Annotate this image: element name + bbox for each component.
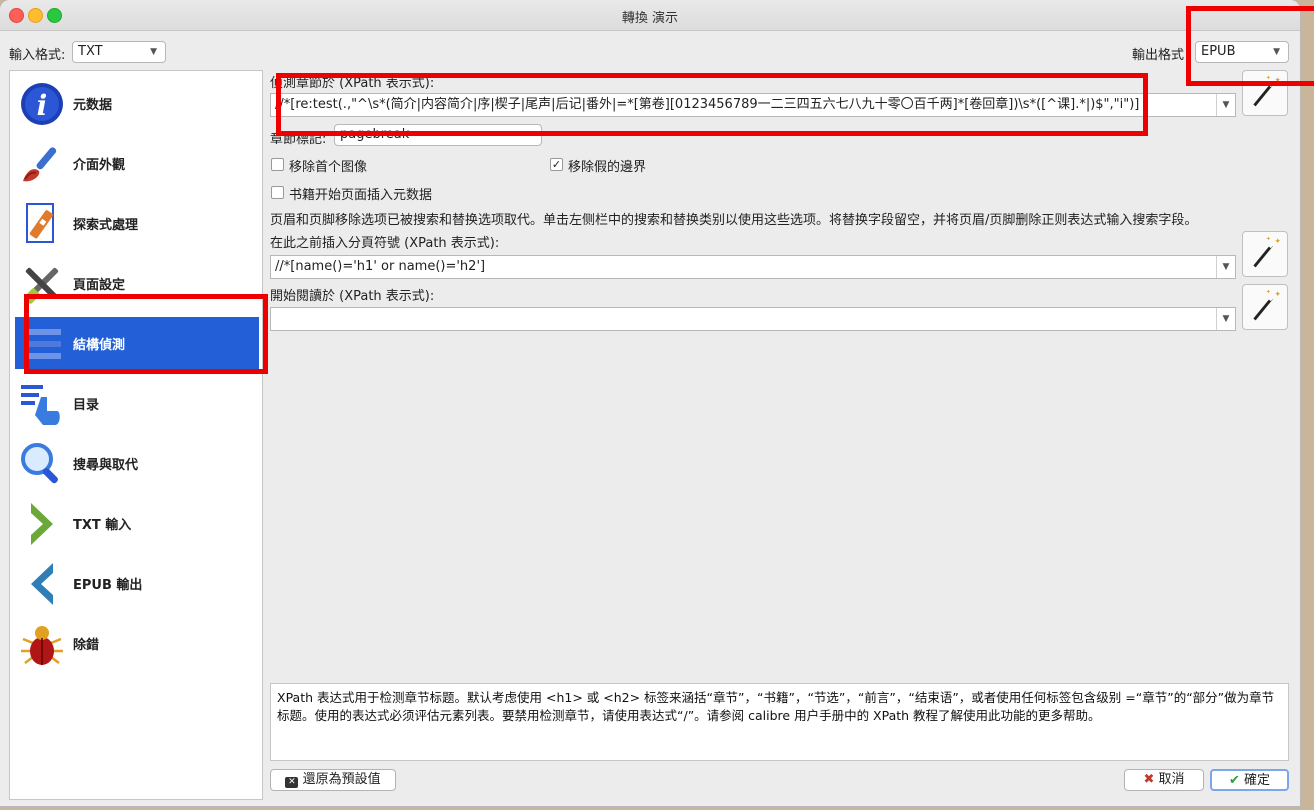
output-format-label: 輸出格式 bbox=[1132, 48, 1185, 63]
checkmark-icon: ✓ bbox=[551, 158, 562, 171]
chevron-down-icon: ▼ bbox=[150, 47, 157, 57]
sidebar-item-debug[interactable]: 除錯 bbox=[15, 617, 259, 669]
page-breaks-wizard-button[interactable]: ✦ ✦ bbox=[1242, 231, 1288, 277]
page-breaks-value: //*[name()='h1' or name()='h2'] bbox=[275, 259, 486, 274]
sidebar-item-txt-input[interactable]: TXT 輸入 bbox=[15, 497, 259, 549]
magic-wand-icon: ✦ ✦ bbox=[1253, 289, 1282, 321]
ok-label: 確定 bbox=[1244, 773, 1271, 788]
toc-pointer-icon bbox=[21, 385, 60, 425]
start-reading-input[interactable]: ▼ bbox=[270, 307, 1236, 331]
svg-text:i: i bbox=[37, 89, 48, 122]
remove-first-image-label: 移除首个图像 bbox=[289, 160, 368, 175]
chevron-down-icon[interactable]: ▼ bbox=[1216, 256, 1235, 278]
title-bar: 轉換 演示 bbox=[0, 0, 1300, 31]
document-edit-icon bbox=[26, 203, 54, 243]
window-title: 轉換 演示 bbox=[621, 11, 679, 26]
sidebar-item-label: 頁面設定 bbox=[73, 278, 126, 293]
sidebar-item-label: 介面外觀 bbox=[73, 158, 126, 173]
ok-button[interactable]: ✔ 確定 bbox=[1210, 769, 1289, 791]
bug-icon bbox=[21, 626, 63, 665]
close-icon: ✖ bbox=[1143, 772, 1155, 787]
sidebar-item-epub-output[interactable]: EPUB 輸出 bbox=[15, 557, 259, 609]
header-footer-note: 页眉和页脚移除选项已被搜索和替换选项取代。单击左侧栏中的搜索和替换类别以使用这些… bbox=[270, 213, 1198, 228]
start-reading-label: 開始閱讀於 (XPath 表示式): bbox=[270, 289, 435, 304]
remove-first-image-checkbox[interactable] bbox=[271, 158, 284, 171]
sidebar-item-label: 目录 bbox=[73, 398, 100, 413]
svg-text:✦: ✦ bbox=[1266, 236, 1271, 243]
cancel-button[interactable]: ✖ 取消 bbox=[1124, 769, 1204, 791]
annotation-box-output-format bbox=[1186, 6, 1314, 86]
svg-text:✦: ✦ bbox=[1275, 289, 1282, 298]
chevron-right-icon bbox=[31, 503, 53, 545]
cancel-label: 取消 bbox=[1158, 772, 1185, 787]
start-reading-wizard-button[interactable]: ✦ ✦ bbox=[1242, 284, 1288, 330]
sidebar-item-label: 除錯 bbox=[73, 638, 100, 653]
sidebar-item-table-of-contents[interactable]: 目录 bbox=[15, 377, 259, 429]
sidebar-item-look-and-feel[interactable]: 介面外觀 bbox=[15, 137, 259, 189]
input-format-value: TXT bbox=[78, 44, 103, 59]
sidebar-item-label: 元数据 bbox=[73, 98, 113, 113]
sidebar-item-heuristic-processing[interactable]: 探索式處理 bbox=[15, 197, 259, 249]
checkmark-icon: ✔ bbox=[1228, 773, 1240, 788]
input-format-select[interactable]: TXT ▼ bbox=[72, 41, 166, 63]
info-icon: i bbox=[21, 83, 63, 125]
insert-metadata-label: 书籍开始页面插入元数据 bbox=[289, 188, 433, 203]
help-text-panel: XPath 表达式用于检测章节标题。默认考虑使用 <h1> 或 <h2> 标签来… bbox=[270, 683, 1289, 761]
clear-icon: ✕ bbox=[285, 777, 299, 788]
paintbrush-icon bbox=[23, 147, 57, 182]
page-breaks-label: 在此之前插入分頁符號 (XPath 表示式): bbox=[270, 236, 500, 251]
input-format-label: 輸入格式: bbox=[9, 48, 66, 63]
chevron-down-icon[interactable]: ▼ bbox=[1216, 94, 1235, 116]
chevron-down-icon[interactable]: ▼ bbox=[1216, 308, 1235, 330]
chevron-left-icon bbox=[31, 563, 53, 605]
insert-metadata-checkbox[interactable] bbox=[271, 186, 284, 199]
restore-defaults-button[interactable]: ✕ 還原為預設值 bbox=[270, 769, 396, 791]
sidebar-item-label: EPUB 輸出 bbox=[73, 578, 143, 593]
page-breaks-input[interactable]: //*[name()='h1' or name()='h2'] ▼ bbox=[270, 255, 1236, 279]
magic-wand-icon: ✦ ✦ bbox=[1253, 236, 1282, 268]
category-sidebar: i 元数据 介面外觀 探索式處理 頁面設定 結構偵測 目录 搜尋與取代 TXT … bbox=[9, 70, 263, 800]
sidebar-item-search-replace[interactable]: 搜尋與取代 bbox=[15, 437, 259, 489]
sidebar-item-metadata[interactable]: i 元数据 bbox=[15, 77, 259, 129]
restore-defaults-label: 還原為預設值 bbox=[302, 772, 381, 787]
magnifier-icon bbox=[21, 443, 58, 484]
annotation-box-chapter-xpath bbox=[276, 73, 1148, 136]
svg-text:✦: ✦ bbox=[1266, 289, 1271, 296]
remove-fake-margins-checkbox[interactable]: ✓ bbox=[550, 158, 563, 171]
remove-fake-margins-label: 移除假的邊界 bbox=[568, 160, 647, 175]
sidebar-item-label: 搜尋與取代 bbox=[73, 458, 139, 473]
svg-text:✦: ✦ bbox=[1275, 236, 1282, 245]
annotation-box-structure-detection bbox=[24, 294, 268, 374]
sidebar-item-label: 探索式處理 bbox=[73, 218, 139, 233]
sidebar-item-label: TXT 輸入 bbox=[73, 518, 132, 533]
